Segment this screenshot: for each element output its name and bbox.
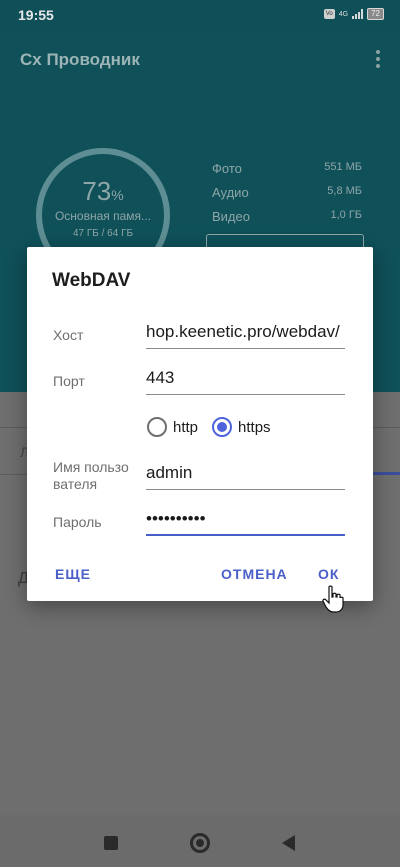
stat-name: Аудио [212,185,249,200]
signal-icon [352,9,364,19]
radio-https[interactable] [212,417,233,437]
host-input[interactable]: hop.keenetic.pro/webdav/ [146,319,345,349]
app-title: Cx Проводник [20,50,140,69]
stat-value: 551 МБ [324,161,362,173]
storage-size: 47 ГБ / 64 ГБ [72,228,134,239]
radio-http-label[interactable]: http [173,419,198,436]
stat-video[interactable]: Видео 1,0 ГБ [212,209,362,224]
stat-audio[interactable]: Аудио 5,8 МБ [212,185,362,200]
username-label: Имя пользо вателя [53,459,129,492]
overflow-menu-icon[interactable] [376,50,380,68]
volte-icon: Vo [323,9,335,19]
home-icon[interactable] [190,833,210,853]
webdav-dialog: WebDAV Хост hop.keenetic.pro/webdav/ Пор… [27,247,373,601]
status-icons: Vo 4G 72 [323,8,384,20]
password-label: Пароль [53,514,102,530]
stat-value: 5,8 МБ [327,185,362,197]
dialog-title: WebDAV [52,270,131,291]
stat-name: Фото [212,161,242,176]
radio-https-label[interactable]: https [238,419,271,436]
storage-percent: 73% [82,176,124,206]
username-input[interactable]: admin [146,460,345,490]
status-bar: 19:55 Vo 4G 72 [0,0,400,32]
port-input[interactable]: 443 [146,365,345,395]
stat-photo[interactable]: Фото 551 МБ [212,161,362,176]
hand-cursor-icon [322,585,344,613]
ok-button[interactable]: ОК [318,566,339,582]
stat-value: 1,0 ГБ [330,209,362,221]
stat-name: Видео [212,209,250,224]
storage-label: Основная памя... [54,209,152,223]
host-label: Хост [53,327,84,343]
battery-icon: 72 [367,8,384,20]
cancel-button[interactable]: ОТМЕНА [221,566,288,582]
status-time: 19:55 [18,7,54,23]
back-icon[interactable] [282,835,295,851]
password-input[interactable]: •••••••••• [146,506,345,536]
network-type: 4G [338,10,349,18]
tab-indicator [370,472,400,475]
protocol-radio-group: http https [147,417,279,437]
port-label: Порт [53,373,85,389]
radio-http[interactable] [147,417,167,437]
more-button[interactable]: ЕЩЕ [55,566,91,582]
recents-icon[interactable] [104,836,118,850]
